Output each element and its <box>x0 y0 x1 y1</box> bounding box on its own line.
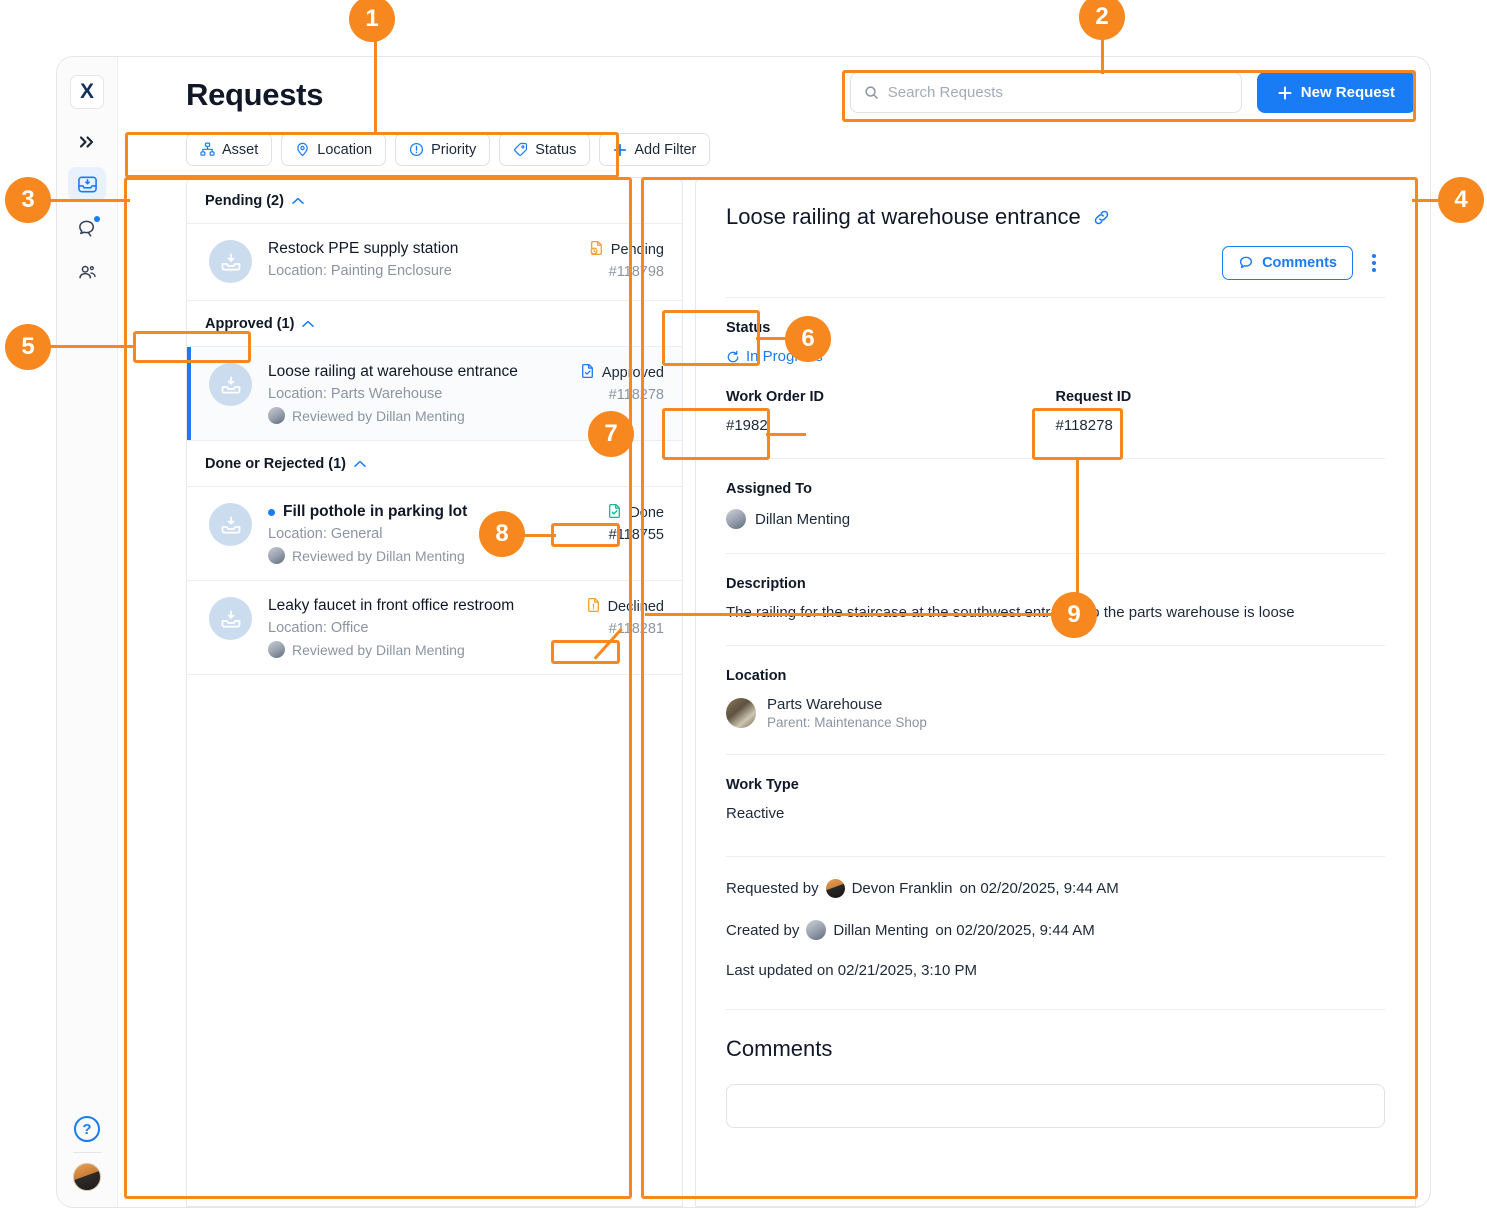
sidebar-expand-button[interactable] <box>70 127 104 157</box>
callout-2: 2 <box>1079 0 1125 40</box>
callout-8: 8 <box>479 511 525 557</box>
notification-dot <box>94 216 100 222</box>
help-icon[interactable]: ? <box>74 1116 100 1142</box>
leader-line-3 <box>48 199 130 202</box>
callout-1: 1 <box>349 0 395 42</box>
sidebar: X ? <box>57 57 118 1207</box>
callout-7: 7 <box>588 411 634 457</box>
sidebar-bottom: ? <box>57 1116 117 1191</box>
highlight-approved-group <box>133 331 251 363</box>
callout-4: 4 <box>1438 177 1484 223</box>
sidebar-item-people[interactable] <box>68 255 106 289</box>
callout-9: 9 <box>1051 592 1097 638</box>
page-title: Requests <box>186 77 324 112</box>
callout-6: 6 <box>785 316 831 362</box>
sidebar-item-requests[interactable] <box>68 167 106 201</box>
highlight-search-area <box>842 70 1416 122</box>
leader-line-5 <box>48 345 136 348</box>
avatar[interactable] <box>73 1163 101 1191</box>
sidebar-divider <box>73 1152 101 1153</box>
highlight-filter-bar <box>125 132 619 178</box>
highlight-declined-id <box>551 640 620 664</box>
highlight-request-id <box>1032 408 1123 460</box>
highlight-done-badge <box>551 523 620 547</box>
callout-5: 5 <box>5 324 51 370</box>
people-icon <box>78 265 96 279</box>
callout-3: 3 <box>5 177 51 223</box>
filter-chip-label: Add Filter <box>634 141 697 158</box>
highlight-work-order-id <box>662 408 770 460</box>
highlight-status-field <box>662 310 760 366</box>
leader-line-1 <box>374 30 377 134</box>
app-logo: X <box>70 75 104 109</box>
inbox-icon <box>77 176 97 192</box>
chevron-double-right-icon <box>79 136 94 148</box>
sidebar-item-messages[interactable] <box>68 211 106 245</box>
